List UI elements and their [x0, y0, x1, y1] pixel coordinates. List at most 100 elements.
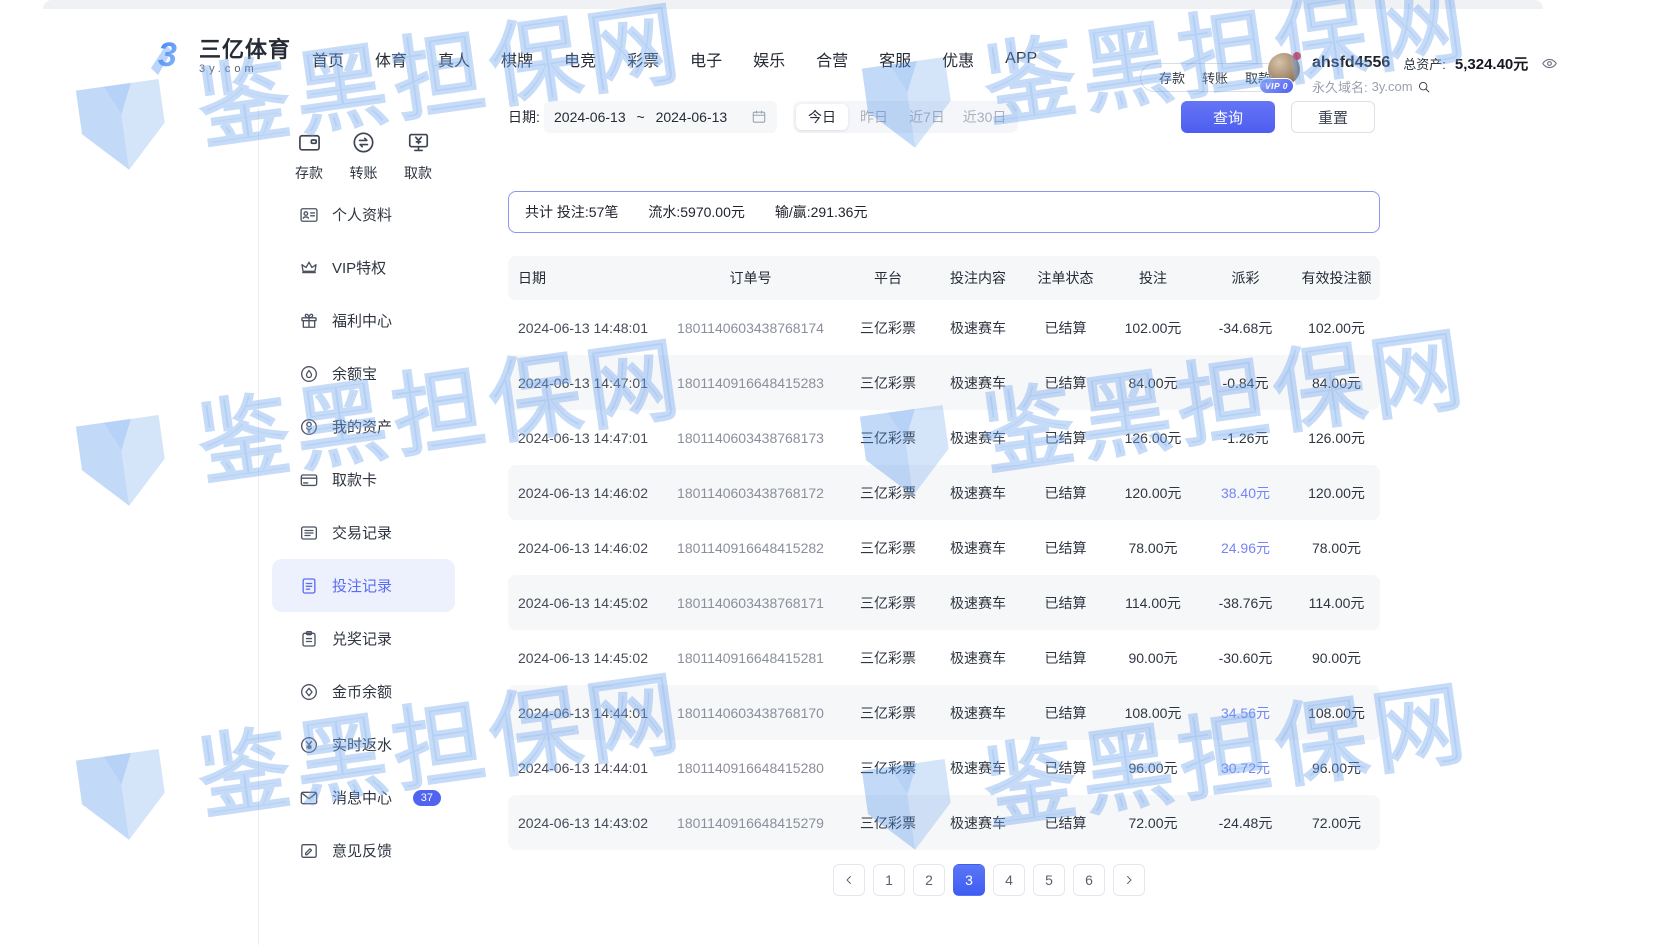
sidebar-item-label: 投注记录 — [332, 575, 392, 596]
bet-records-table: 日期订单号平台投注内容注单状态投注派彩有效投注额 2024-06-13 14:4… — [508, 256, 1380, 850]
pagination-next[interactable] — [1113, 864, 1145, 896]
cell-platform: 三亿彩票 — [843, 483, 933, 503]
cell-bet-amount: 84.00元 — [1108, 373, 1198, 393]
date-quick-yesterday[interactable]: 昨日 — [848, 104, 900, 130]
quick-deposit-label: 存款 — [283, 163, 335, 183]
site-logo[interactable]: 3 三亿体育 3y.com — [145, 33, 291, 79]
quick-withdraw[interactable]: 取款 — [392, 130, 444, 183]
nav-item-slots[interactable]: 电子 — [690, 47, 722, 71]
pagination-prev[interactable] — [833, 864, 865, 896]
eye-icon[interactable] — [1541, 55, 1558, 72]
sidebar-item-redeem-records[interactable]: 兑奖记录 — [272, 612, 455, 665]
cell-platform: 三亿彩票 — [843, 373, 933, 393]
sidebar-item-withdraw-card[interactable]: 取款卡 — [272, 453, 455, 506]
nav-item-sports[interactable]: 体育 — [375, 47, 407, 71]
cell-order-no: 1801140916648415279 — [658, 815, 843, 831]
pagination-page-1[interactable]: 1 — [873, 864, 905, 896]
nav-item-service[interactable]: 客服 — [879, 47, 911, 71]
date-range-input[interactable]: 2024-06-13 ~ 2024-06-13 — [544, 101, 777, 133]
table-row: 2024-06-13 14:43:021801140916648415279三亿… — [508, 795, 1380, 850]
cell-status: 已结算 — [1023, 483, 1108, 503]
sidebar-item-yuebao[interactable]: 余额宝 — [272, 347, 455, 400]
nav-item-app[interactable]: APP — [1005, 50, 1037, 68]
bank-card-icon — [299, 470, 319, 490]
sidebar-item-label: 金币余额 — [332, 681, 392, 702]
sidebar-item-vip[interactable]: VIP特权 — [272, 241, 455, 294]
sidebar-item-rebate[interactable]: 实时返水 — [272, 718, 455, 771]
site-header: 3 三亿体育 3y.com 首页体育真人棋牌电竞彩票电子娱乐合营客服优惠APP … — [0, 9, 1655, 108]
username: ahsfd4556 — [1312, 54, 1390, 72]
cell-date: 2024-06-13 14:47:01 — [508, 375, 658, 391]
cell-date: 2024-06-13 14:46:02 — [508, 485, 658, 501]
table-row: 2024-06-13 14:44:011801140603438768170三亿… — [508, 685, 1380, 740]
sidebar-item-welfare[interactable]: 福利中心 — [272, 294, 455, 347]
search-icon[interactable] — [1417, 80, 1431, 94]
nav-item-chess[interactable]: 棋牌 — [501, 47, 533, 71]
sidebar-item-messages[interactable]: 消息中心37 — [272, 771, 455, 824]
domain-label: 永久域名: — [1312, 77, 1368, 96]
nav-item-home[interactable]: 首页 — [312, 47, 344, 71]
cell-order-no: 1801140603438768173 — [658, 430, 843, 446]
sidebar-item-label: VIP特权 — [332, 257, 386, 278]
cell-order-no: 1801140916648415282 — [658, 540, 843, 556]
envelope-icon — [299, 788, 319, 808]
quick-withdraw-label: 取款 — [392, 163, 444, 183]
cell-bet-amount: 96.00元 — [1108, 758, 1198, 778]
cell-date: 2024-06-13 14:44:01 — [508, 760, 658, 776]
cell-platform: 三亿彩票 — [843, 813, 933, 833]
crown-icon — [299, 258, 319, 278]
quick-deposit[interactable]: 存款 — [283, 130, 335, 183]
pagination-page-3[interactable]: 3 — [953, 864, 985, 896]
sidebar: 存款转账取款 个人资料 VIP特权福利中心余额宝我的资产取款卡交易记录投注记录兑奖… — [258, 108, 468, 945]
nav-item-esports[interactable]: 电竞 — [564, 47, 596, 71]
id-card-icon — [299, 205, 319, 225]
nav-item-lottery[interactable]: 彩票 — [627, 47, 659, 71]
nav-item-entertainment[interactable]: 娱乐 — [753, 47, 785, 71]
summary-bar: 共计 投注:57笔流水:5970.00元输/赢:291.36元 — [508, 191, 1380, 233]
sidebar-item-feedback[interactable]: 意见反馈 — [272, 824, 455, 877]
nav-item-partner[interactable]: 合营 — [816, 47, 848, 71]
header-transfer-link[interactable]: 转账 — [1202, 68, 1228, 87]
cell-payout: -34.68元 — [1198, 318, 1293, 338]
header-deposit-link[interactable]: 存款 — [1159, 68, 1185, 87]
cell-valid-amount: 108.00元 — [1293, 703, 1380, 723]
pagination-page-4[interactable]: 4 — [993, 864, 1025, 896]
quick-transfer[interactable]: 转账 — [338, 130, 390, 183]
pagination-page-2[interactable]: 2 — [913, 864, 945, 896]
sidebar-item-bet-records[interactable]: 投注记录 — [272, 559, 455, 612]
date-quick-today[interactable]: 今日 — [796, 104, 848, 130]
chevron-left-icon — [842, 873, 856, 887]
cell-valid-amount: 90.00元 — [1293, 648, 1380, 668]
pagination: 123456 — [553, 864, 1425, 896]
browser-chrome-strip — [43, 0, 1543, 9]
nav-item-live-casino[interactable]: 真人 — [438, 47, 470, 71]
calendar-icon — [751, 109, 767, 125]
sidebar-item-label: 意见反馈 — [332, 840, 392, 861]
cell-order-no: 1801140603438768171 — [658, 595, 843, 611]
transfer-icon — [351, 130, 376, 155]
cell-status: 已结算 — [1023, 648, 1108, 668]
sidebar-item-label: 取款卡 — [332, 469, 377, 490]
watermark-logo-icon — [54, 726, 191, 858]
cell-bet-amount: 78.00元 — [1108, 538, 1198, 558]
sidebar-item-assets[interactable]: 我的资产 — [272, 400, 455, 453]
sidebar-item-coin-balance[interactable]: 金币余额 — [272, 665, 455, 718]
sidebar-item-transactions[interactable]: 交易记录 — [272, 506, 455, 559]
clipboard-icon — [299, 629, 319, 649]
sidebar-item-profile[interactable]: 个人资料 — [272, 188, 455, 241]
cell-status: 已结算 — [1023, 538, 1108, 558]
nav-item-promo[interactable]: 优惠 — [942, 47, 974, 71]
cell-order-no: 1801140603438768172 — [658, 485, 843, 501]
date-quick-last30[interactable]: 近30日 — [954, 104, 1016, 130]
reset-button[interactable]: 重置 — [1291, 101, 1375, 133]
pagination-page-6[interactable]: 6 — [1073, 864, 1105, 896]
pagination-page-5[interactable]: 5 — [1033, 864, 1065, 896]
cell-valid-amount: 84.00元 — [1293, 373, 1380, 393]
date-quick-last7[interactable]: 近7日 — [900, 104, 954, 130]
avatar[interactable]: VIP 0 — [1268, 53, 1300, 85]
sidebar-menu: 个人资料 VIP特权福利中心余额宝我的资产取款卡交易记录投注记录兑奖记录金币余额实… — [272, 188, 455, 877]
watermark-logo-icon — [54, 392, 191, 524]
date-label: 日期: — [508, 101, 540, 133]
cell-valid-amount: 120.00元 — [1293, 483, 1380, 503]
query-button[interactable]: 查询 — [1181, 101, 1275, 133]
